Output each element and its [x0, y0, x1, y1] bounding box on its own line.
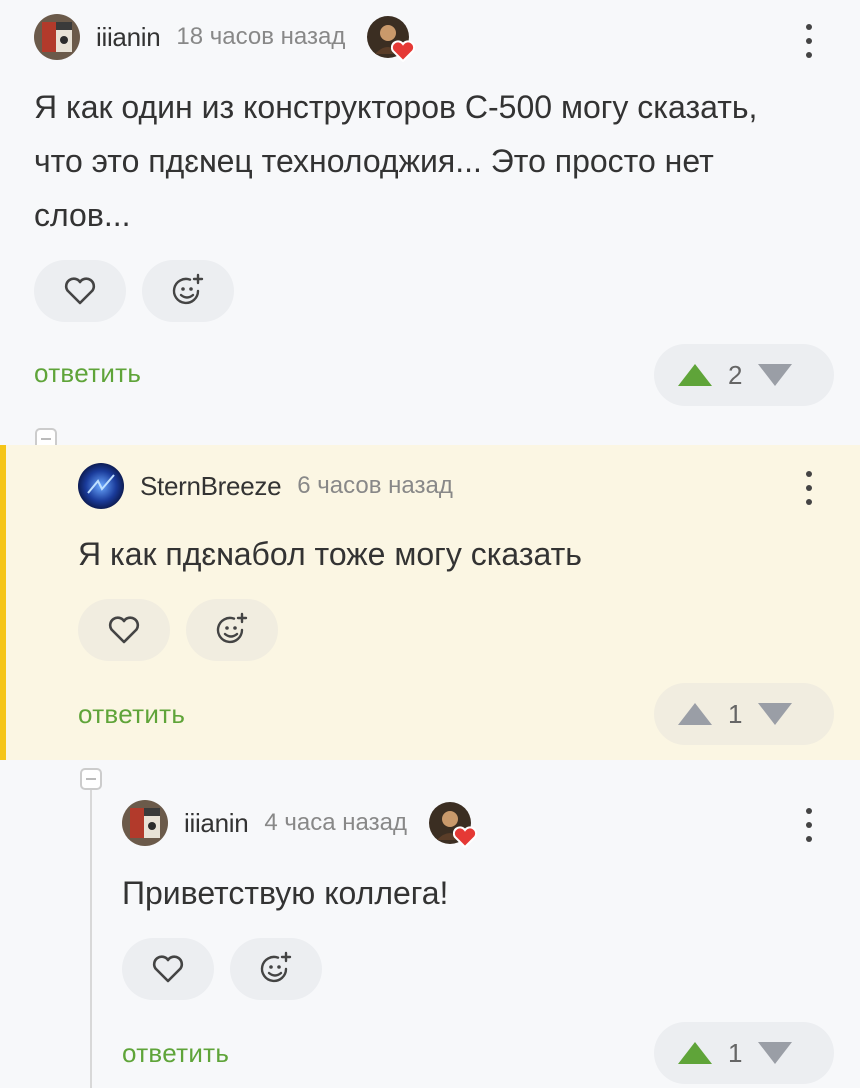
comment-text: Я как один из конструкторов С-500 могу с… [34, 89, 758, 233]
like-button[interactable] [34, 260, 126, 322]
rating-count: 1 [728, 1037, 743, 1068]
more-dots-icon[interactable] [804, 471, 814, 505]
comment-time: 18 часов назад [176, 23, 346, 50]
author-name[interactable]: iiianin [184, 808, 249, 839]
vote-control: 1 [654, 1022, 834, 1084]
user-badge[interactable] [367, 16, 416, 62]
like-button[interactable] [122, 938, 214, 1000]
emoji-add-icon [216, 612, 248, 644]
downvote-icon[interactable] [756, 1040, 794, 1066]
comment-text: Приветствую коллега! [122, 875, 449, 911]
emoji-add-icon [172, 273, 204, 305]
author-name[interactable]: iiianin [96, 22, 161, 53]
reply-button[interactable]: ответить [34, 358, 141, 389]
reply-button[interactable]: ответить [122, 1038, 229, 1069]
more-dots-icon[interactable] [804, 24, 814, 58]
comment-header: iiianin 18 часов назад [34, 14, 416, 62]
upvote-icon[interactable] [676, 701, 714, 727]
downvote-icon[interactable] [756, 362, 794, 388]
rating-count: 1 [728, 698, 743, 729]
reaction-button[interactable] [230, 938, 322, 1000]
upvote-icon[interactable] [676, 362, 714, 388]
heart-outline-icon [152, 955, 184, 983]
more-dots-icon[interactable] [804, 808, 814, 842]
comment-3: iiianin 4 часа назад Приветствую коллега… [0, 760, 860, 1088]
upvote-icon[interactable] [676, 1040, 714, 1066]
heart-badge-icon [391, 40, 416, 62]
reaction-button[interactable] [186, 599, 278, 661]
comment-header: iiianin 4 часа назад [122, 800, 477, 848]
comment-time: 6 часов назад [297, 472, 453, 499]
comment-1: iiianin 18 часов назад Я как один из кон… [0, 0, 860, 430]
comment-time: 4 часа назад [264, 809, 407, 836]
comment-2: SternBreeze 6 часов назад Я как пдɛɴабол… [0, 445, 860, 760]
vote-control: 1 [654, 683, 834, 745]
rating-count: 2 [728, 359, 743, 390]
like-button[interactable] [78, 599, 170, 661]
downvote-icon[interactable] [756, 701, 794, 727]
avatar[interactable] [78, 463, 124, 509]
emoji-add-icon [260, 951, 292, 983]
avatar[interactable] [122, 800, 168, 846]
comment-header: SternBreeze 6 часов назад [78, 463, 453, 509]
reaction-button[interactable] [142, 260, 234, 322]
heart-badge-icon [452, 826, 477, 848]
avatar[interactable] [34, 14, 80, 60]
user-badge[interactable] [428, 802, 477, 848]
heart-outline-icon [108, 616, 140, 644]
author-name[interactable]: SternBreeze [140, 471, 282, 502]
reply-button[interactable]: ответить [78, 699, 185, 730]
vote-control: 2 [654, 344, 834, 406]
heart-outline-icon [64, 277, 96, 305]
comment-text: Я как пдɛɴабол тоже могу сказать [78, 536, 582, 572]
